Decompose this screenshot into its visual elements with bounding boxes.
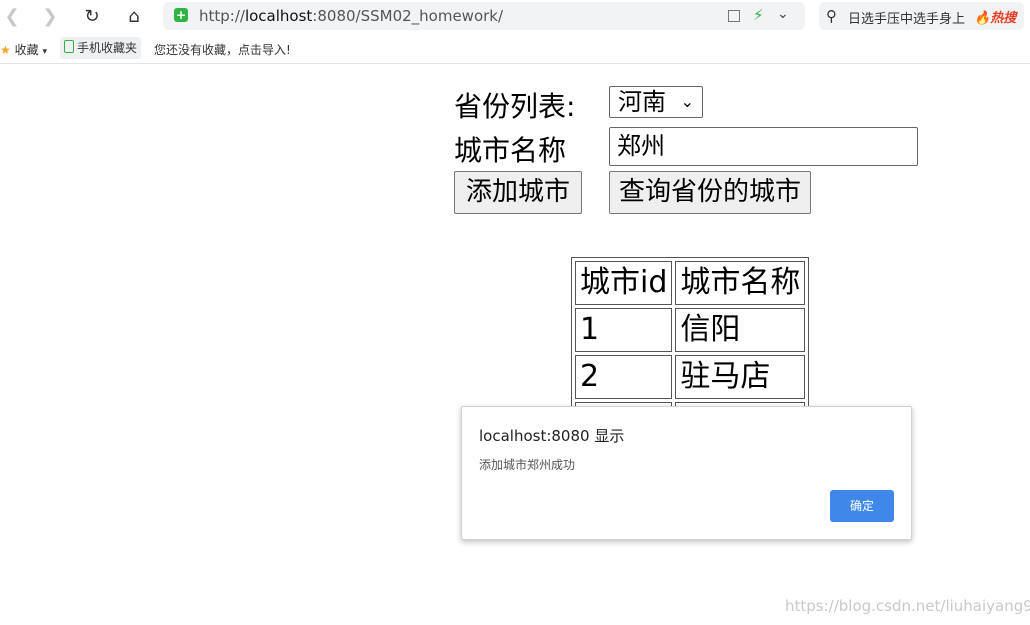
forward-icon[interactable]: ❯	[38, 4, 62, 28]
city-name-input[interactable]: 郑州	[609, 127, 918, 166]
table-row: 2 驻马店	[575, 355, 806, 399]
reload-icon[interactable]: ↻	[80, 4, 104, 28]
city-name-cell: 驻马店	[675, 355, 806, 399]
star-icon: ★	[0, 43, 11, 57]
search-box[interactable]: ⚲ 日选手压中选手身上 🔥热搜	[819, 2, 1024, 30]
province-select[interactable]: 河南 ⌄	[609, 86, 703, 118]
chevron-down-icon[interactable]: ⌄	[777, 6, 789, 22]
hot-search-link[interactable]: 🔥热搜	[974, 7, 1016, 26]
dialog-message: 添加城市郑州成功	[479, 458, 576, 472]
home-icon[interactable]: ⌂	[122, 4, 146, 28]
ok-button[interactable]: 确定	[830, 490, 894, 522]
search-icon: ⚲	[826, 7, 837, 25]
phone-icon	[64, 40, 74, 53]
alert-dialog: localhost:8080 显示 添加城市郑州成功 确定	[461, 406, 912, 540]
table-header-row: 城市id 城市名称	[575, 261, 806, 305]
bolt-icon[interactable]: ⚡	[753, 6, 764, 24]
back-icon[interactable]: ❮	[0, 4, 24, 28]
caret-down-icon: ▾	[42, 47, 47, 57]
fire-icon: 🔥	[974, 11, 991, 26]
chevron-down-icon: ⌄	[680, 92, 694, 111]
city-id-cell: 1	[575, 308, 673, 352]
province-label: 省份列表:	[454, 90, 576, 123]
header-city-name: 城市名称	[675, 261, 806, 305]
city-id-cell: 2	[575, 355, 673, 399]
bookmark-favorites[interactable]: ★ 收藏 ▾	[0, 41, 47, 58]
city-label: 城市名称	[454, 134, 567, 167]
search-suggestion[interactable]: 日选手压中选手身上	[848, 8, 965, 27]
city-name-cell: 信阳	[675, 308, 806, 352]
dialog-title: localhost:8080 显示	[479, 427, 625, 445]
shield-icon: +	[174, 8, 188, 22]
table-row: 1 信阳	[575, 308, 806, 352]
province-selected-value: 河南	[618, 88, 666, 116]
url-text[interactable]: http://localhost:8080/SSM02_homework/	[199, 7, 503, 25]
bookmark-import-hint[interactable]: 您还没有收藏，点击导入!	[154, 41, 291, 58]
qr-icon[interactable]	[728, 10, 740, 22]
add-city-button[interactable]: 添加城市	[454, 171, 582, 214]
browser-toolbar: ❮ ❯ ↻ ⌂ + http://localhost:8080/SSM02_ho…	[0, 0, 1030, 34]
bookmark-mobile-folder[interactable]: 手机收藏夹	[60, 37, 142, 59]
query-province-cities-button[interactable]: 查询省份的城市	[609, 171, 811, 214]
bookmarks-bar: ★ 收藏 ▾ 手机收藏夹 您还没有收藏，点击导入!	[0, 34, 1030, 64]
address-bar[interactable]: + http://localhost:8080/SSM02_homework/ …	[163, 2, 805, 30]
watermark: https://blog.csdn.net/liuhaiyang98	[785, 597, 1030, 615]
header-city-id: 城市id	[575, 261, 673, 305]
